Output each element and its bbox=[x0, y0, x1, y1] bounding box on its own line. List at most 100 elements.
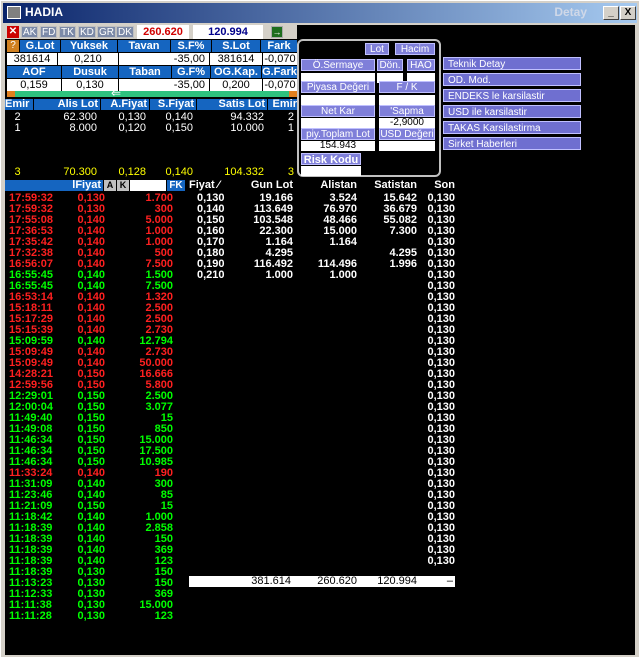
usd-degeri-button[interactable]: USD Değeri bbox=[379, 128, 435, 140]
header-yuksek: Yuksek bbox=[61, 40, 117, 52]
trade-price: 0,130 bbox=[77, 610, 105, 622]
levels-header-alistan: Alistan bbox=[293, 180, 357, 191]
level-satistan: 7.300 bbox=[389, 225, 417, 237]
splitter-left-handle[interactable] bbox=[7, 91, 15, 97]
depth-cell-sfiyat: 0,150 bbox=[165, 122, 193, 134]
hacim-button[interactable]: Hacim bbox=[395, 43, 435, 55]
window-title: HADIA bbox=[25, 5, 63, 19]
tab-gr[interactable]: GR bbox=[97, 26, 116, 38]
header-ogkap: OG.Kap. bbox=[211, 66, 261, 78]
header-dusuk: Dusuk bbox=[62, 66, 118, 78]
price-red-display: 260.620 bbox=[137, 25, 189, 39]
value-aof: 0,159 bbox=[7, 79, 61, 91]
depth-cell-emir-ask: 1 bbox=[287, 122, 294, 134]
level-satistan: 1.996 bbox=[389, 258, 417, 270]
price-blue-input[interactable]: 120.994 bbox=[193, 25, 263, 39]
splitter-right-handle[interactable] bbox=[289, 91, 297, 97]
trades-filter-input[interactable] bbox=[130, 180, 166, 191]
net-kar-button[interactable]: Net Kar bbox=[301, 105, 375, 117]
tab-kd[interactable]: KD bbox=[78, 26, 96, 38]
trades-header-fiyat: lFiyat bbox=[5, 180, 103, 191]
levels-header-son: Son bbox=[417, 180, 455, 191]
fk-toggle-button[interactable]: FK bbox=[167, 180, 185, 191]
depth-header-sfiyat: S.Fiyat bbox=[150, 99, 196, 110]
level-fiyat: 0,210 bbox=[197, 269, 225, 281]
depth-header-afiyat: A.Fiyat bbox=[101, 99, 149, 110]
levels-header-satistan: Satistan bbox=[357, 180, 417, 191]
value-yuksek: 0,210 bbox=[58, 53, 118, 65]
fk-button[interactable]: F / K bbox=[379, 81, 435, 93]
main-content: ✕ AK FD TK KD GR DK 260.620 120.994 → ? … bbox=[5, 25, 635, 655]
levels-totals-row: 381.614 260.620 120.994 – bbox=[189, 576, 455, 587]
tab-dk[interactable]: DK bbox=[116, 26, 134, 38]
depth-header-satis-lot: Satis Lot bbox=[197, 99, 267, 110]
menu-item-endeks-le-karsilastir[interactable]: ENDEKS le karsilastir bbox=[443, 89, 581, 102]
menu-item-od-mod[interactable]: OD. Mod. bbox=[443, 73, 581, 86]
menu-item-teknik-detay[interactable]: Teknik Detay bbox=[443, 57, 581, 70]
tab-fd[interactable]: FD bbox=[40, 26, 58, 38]
minimize-button[interactable]: _ bbox=[603, 6, 619, 20]
menu-item-usd-ile-karsilastir[interactable]: USD ile karsilastir bbox=[443, 105, 581, 118]
tab-tk[interactable]: TK bbox=[59, 26, 76, 38]
menu-item-takas-karsilastirma[interactable]: TAKAS Karsilastirma bbox=[443, 121, 581, 134]
don-button[interactable]: Dön. bbox=[377, 59, 403, 71]
fk-value bbox=[379, 95, 435, 105]
risk-kodu-value bbox=[301, 166, 361, 176]
depth-header-emir-ask: Emir bbox=[268, 99, 297, 110]
osermaye-button[interactable]: Ö.Sermaye bbox=[301, 59, 375, 71]
son-value: 0,130 bbox=[427, 555, 455, 567]
total-satistan: 120.994 bbox=[377, 575, 417, 587]
level-alistan: 1.164 bbox=[329, 236, 357, 248]
splitter-bar[interactable]: ⇐ bbox=[7, 87, 297, 99]
piy-toplam-lot-value: 154.943 bbox=[301, 141, 375, 151]
filter-k-button[interactable]: K bbox=[117, 180, 129, 191]
header-aof: AOF bbox=[7, 66, 61, 78]
depth-total-afiyat: 0,128 bbox=[118, 166, 146, 178]
window-detail-title: Detay bbox=[554, 5, 587, 19]
header-sf: S.F% bbox=[171, 40, 211, 52]
depth-total-emir-bid: 3 bbox=[14, 166, 21, 178]
menu-item-sirket-haberleri[interactable]: Sirket Haberleri bbox=[443, 137, 581, 150]
value-dusuk: 0,130 bbox=[62, 79, 118, 91]
level-satistan bbox=[357, 270, 417, 281]
depth-cell-satis-lot: 10.000 bbox=[230, 122, 264, 134]
piyasa-degeri-value bbox=[301, 95, 375, 105]
value-ogkap: 0,200 bbox=[210, 79, 262, 91]
risk-kodu-button[interactable]: Risk Kodu bbox=[301, 153, 361, 166]
level-gunlot: 1.000 bbox=[265, 269, 293, 281]
help-icon[interactable]: ? bbox=[7, 40, 19, 52]
piyasa-degeri-button[interactable]: Piyasa Değeri bbox=[301, 81, 375, 93]
hao-button[interactable]: HAO bbox=[407, 59, 435, 71]
close-icon[interactable]: ✕ bbox=[7, 26, 19, 38]
depth-total-emir-ask: 3 bbox=[287, 166, 294, 178]
levels-header-fiyat[interactable]: Fiyat ⁄ bbox=[189, 180, 227, 191]
filter-a-button[interactable]: A bbox=[104, 180, 116, 191]
sapma-button[interactable]: 'Sapma bbox=[379, 105, 435, 117]
trade-lot: 123 bbox=[154, 610, 173, 622]
app-icon bbox=[7, 6, 21, 19]
value-tavan: -35,00 bbox=[119, 53, 209, 65]
level-alistan: 1.000 bbox=[329, 269, 357, 281]
total-son: – bbox=[446, 575, 453, 587]
go-arrow-icon[interactable]: → bbox=[271, 26, 283, 38]
levels-header-gunlot: Gun Lot bbox=[227, 180, 293, 191]
lot-button[interactable]: Lot bbox=[365, 43, 389, 55]
value-gfark: -0,070 bbox=[263, 79, 297, 91]
title-bar[interactable]: HADIA Detay _ X bbox=[3, 3, 637, 23]
total-gunlot: 381.614 bbox=[251, 575, 291, 587]
header-gf: G.F% bbox=[172, 66, 210, 78]
piy-toplam-lot-button[interactable]: piy.Toplam Lot bbox=[301, 128, 375, 140]
header-fark: Fark bbox=[261, 40, 297, 52]
tab-ak[interactable]: AK bbox=[21, 26, 39, 38]
header-glot: G.Lot bbox=[20, 40, 60, 52]
value-fark: -0,070 bbox=[263, 53, 297, 65]
close-button[interactable]: X bbox=[620, 6, 636, 20]
depth-cell-afiyat: 0,120 bbox=[118, 122, 146, 134]
depth-cell-emir-bid: 1 bbox=[14, 122, 21, 134]
depth-header-emir-bid: Emir bbox=[5, 99, 33, 110]
total-alistan: 260.620 bbox=[317, 575, 357, 587]
depth-total-sfiyat: 0,140 bbox=[165, 166, 193, 178]
header-gfark: G.Fark bbox=[262, 66, 297, 78]
depth-total-satis-lot: 104.332 bbox=[224, 166, 264, 178]
depth-header-alis-lot: Alis Lot bbox=[34, 99, 100, 110]
